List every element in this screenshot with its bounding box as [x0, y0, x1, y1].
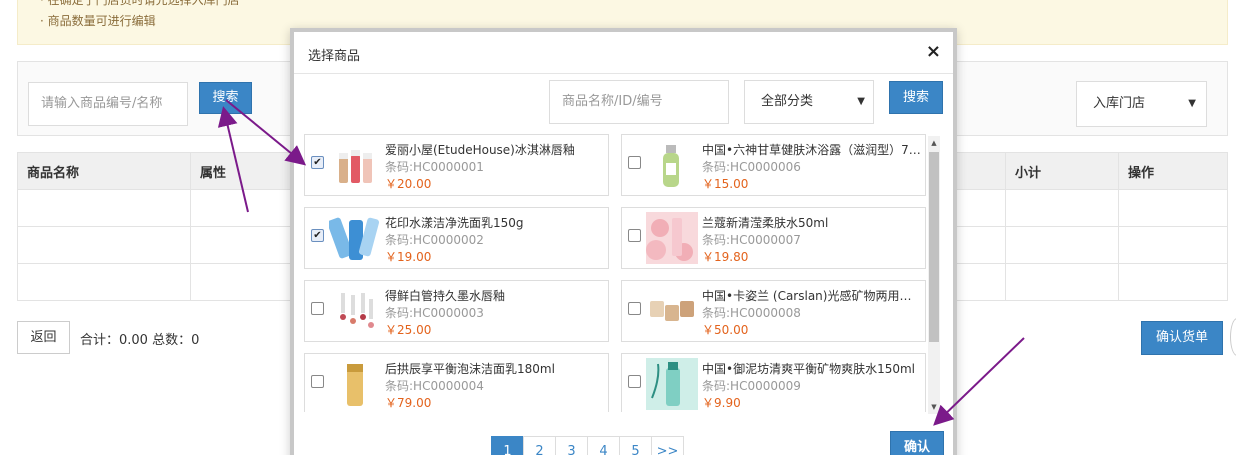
product-thumbnail — [646, 212, 698, 264]
product-code: 条码:HC0000006 — [702, 160, 801, 174]
product-code: 条码:HC0000009 — [702, 379, 801, 393]
product-card[interactable]: 后拱辰享平衡泡沫洁面乳180ml 条码:HC0000004 ￥79.00 — [304, 353, 609, 412]
product-name: 中国•六神甘草健肤沐浴露（滋润型）750ml — [702, 143, 922, 157]
product-name: 花印水漾洁净洗面乳150g — [385, 216, 524, 230]
product-thumbnail — [650, 301, 694, 321]
store-select-label: 入库门店 — [1093, 96, 1146, 111]
modal-title: 选择商品 — [308, 49, 361, 64]
product-name: 中国•卡姿兰 (Carslan)光感矿物两用粉饼 — [702, 289, 922, 303]
product-price: ￥19.00 — [385, 250, 432, 264]
product-code: 条码:HC0000008 — [702, 306, 801, 320]
pagination: 1 2 3 4 5 >> — [491, 436, 684, 455]
caret-down-icon: ▼ — [857, 96, 865, 107]
product-price: ￥25.00 — [385, 323, 432, 337]
product-name: 中国•御泥坊清爽平衡矿物爽肤水150ml — [702, 362, 916, 376]
product-price: ￥19.80 — [702, 250, 749, 264]
product-card[interactable]: ✔ 花印水漾洁净洗面乳150g 条码:HC0000002 ￥19.00 — [304, 207, 609, 269]
col-header-subtotal: 小计 — [1005, 152, 1119, 190]
page-3[interactable]: 3 — [555, 436, 588, 455]
product-price: ￥15.00 — [702, 177, 749, 191]
product-code: 条码:HC0000002 — [385, 233, 484, 247]
product-thumbnail — [339, 150, 372, 183]
scroll-up-icon[interactable]: ▲ — [928, 136, 940, 150]
product-thumbnail — [329, 217, 380, 260]
caret-down-icon: ▼ — [1188, 98, 1196, 109]
checkbox[interactable] — [628, 229, 641, 242]
checkbox[interactable] — [311, 375, 324, 388]
product-card[interactable]: 中国•卡姿兰 (Carslan)光感矿物两用粉饼 条码:HC0000008 ￥5… — [621, 280, 926, 342]
product-card[interactable]: 中国•六神甘草健肤沐浴露（滋润型）750ml 条码:HC0000006 ￥15.… — [621, 134, 926, 196]
checkbox[interactable]: ✔ — [311, 229, 324, 242]
back-button[interactable]: 返回 — [17, 321, 70, 354]
modal-search-button[interactable]: 搜索 — [889, 81, 943, 114]
product-card[interactable]: ✔ 爱丽小屋(EtudeHouse)冰淇淋唇釉 条码:HC0000001 ￥20… — [304, 134, 609, 196]
product-card[interactable]: 兰蔻新清滢柔肤水50ml 条码:HC0000007 ￥19.80 — [621, 207, 926, 269]
product-name: 爱丽小屋(EtudeHouse)冰淇淋唇釉 — [385, 143, 575, 157]
product-name: 兰蔻新清滢柔肤水50ml — [702, 216, 829, 230]
close-icon[interactable]: × — [926, 41, 941, 63]
product-thumbnail — [340, 293, 374, 328]
total-summary: 合计：0.00 总数：0 — [80, 333, 200, 348]
col-header-attr: 属性 — [190, 152, 291, 190]
modal-confirm-button[interactable]: 确认 — [890, 431, 944, 455]
product-card[interactable]: 中国•御泥坊清爽平衡矿物爽肤水150ml 条码:HC0000009 ￥9.90 — [621, 353, 926, 412]
notice-line-2: · 商品数量可进行编辑 — [40, 14, 156, 28]
scroll-down-icon[interactable]: ▼ — [928, 400, 940, 414]
product-grid: ✔ 爱丽小屋(EtudeHouse)冰淇淋唇釉 条码:HC0000001 ￥20… — [304, 134, 926, 412]
product-price: ￥79.00 — [385, 396, 432, 410]
col-header-name: 商品名称 — [17, 152, 191, 190]
select-product-modal: 选择商品 × 商品名称/ID/编号 全部分类 ▼ 搜索 ✔ 爱丽小屋(Etude… — [290, 28, 957, 455]
product-code: 条码:HC0000004 — [385, 379, 484, 393]
checkbox[interactable]: ✔ — [311, 156, 324, 169]
scroll-thumb[interactable] — [929, 152, 939, 342]
product-search-input[interactable]: 请输入商品编号/名称 — [28, 82, 188, 126]
page-1[interactable]: 1 — [491, 436, 524, 455]
page-5[interactable]: 5 — [619, 436, 652, 455]
modal-header: 选择商品 × — [294, 32, 953, 74]
checkbox[interactable] — [628, 375, 641, 388]
product-thumbnail — [646, 358, 698, 410]
product-thumbnail — [347, 364, 363, 406]
product-code: 条码:HC0000007 — [702, 233, 801, 247]
product-card[interactable]: 得鲜白管持久墨水唇釉 条码:HC0000003 ￥25.00 — [304, 280, 609, 342]
product-price: ￥20.00 — [385, 177, 432, 191]
page-2[interactable]: 2 — [523, 436, 556, 455]
search-button[interactable]: 搜索 — [199, 82, 252, 114]
page-4[interactable]: 4 — [587, 436, 620, 455]
product-scrollbar[interactable]: ▲ ▼ — [928, 136, 940, 414]
product-price: ￥50.00 — [702, 323, 749, 337]
product-code: 条码:HC0000001 — [385, 160, 484, 174]
checkbox[interactable] — [628, 302, 641, 315]
checkbox[interactable] — [628, 156, 641, 169]
notice-line-1: · 在确定了门店货时请先选择入库门店 — [40, 0, 240, 7]
product-code: 条码:HC0000003 — [385, 306, 484, 320]
category-select-label: 全部分类 — [761, 94, 814, 109]
store-select[interactable]: 入库门店 ▼ — [1076, 81, 1207, 127]
modal-search-input[interactable]: 商品名称/ID/编号 — [549, 80, 729, 124]
product-name: 后拱辰享平衡泡沫洁面乳180ml — [385, 362, 555, 376]
product-thumbnail — [663, 145, 679, 187]
checkbox[interactable] — [311, 302, 324, 315]
col-header-actions: 操作 — [1118, 152, 1228, 190]
category-select[interactable]: 全部分类 ▼ — [744, 80, 874, 124]
product-price: ￥9.90 — [702, 396, 741, 410]
page-next[interactable]: >> — [651, 436, 684, 455]
confirm-order-button[interactable]: 确认货单 — [1141, 321, 1223, 355]
product-name: 得鲜白管持久墨水唇釉 — [385, 289, 506, 303]
